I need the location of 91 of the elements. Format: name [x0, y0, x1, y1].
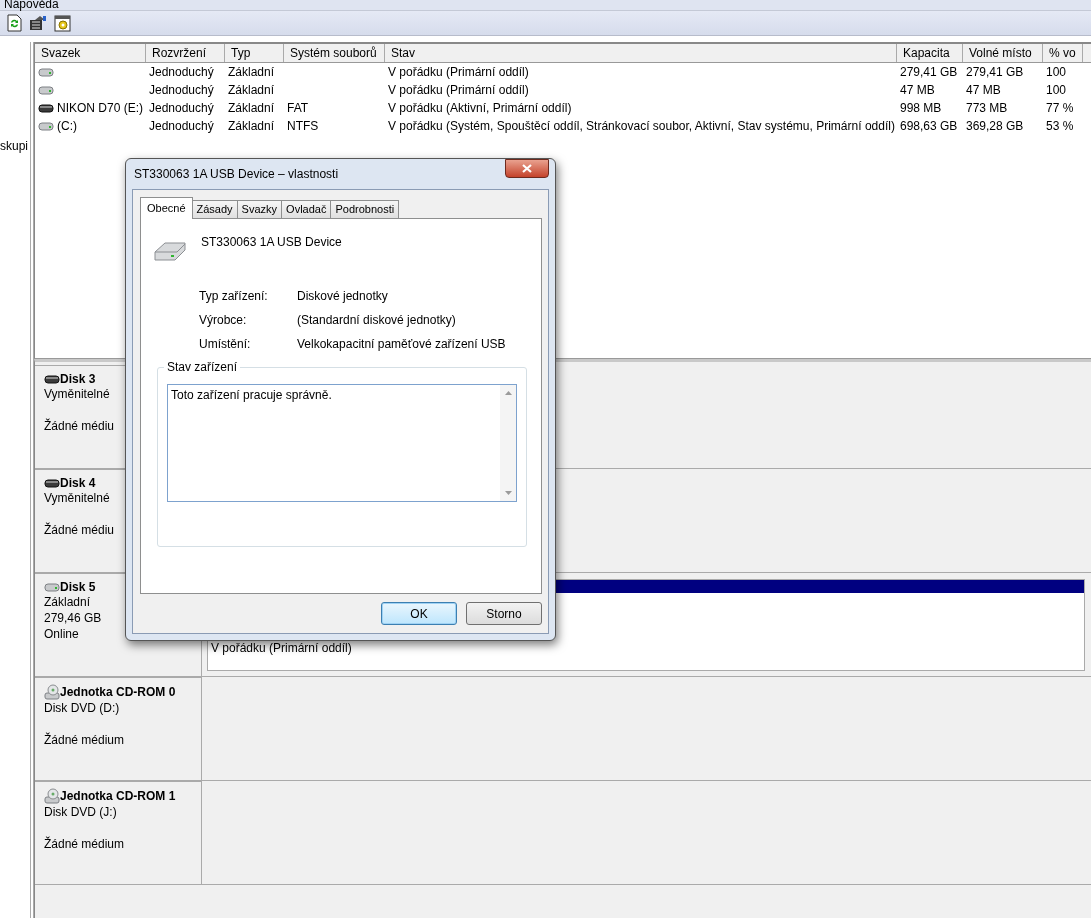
status-text: Toto zařízení pracuje správně.	[170, 387, 333, 404]
table-cell-text: Jednoduchý	[148, 63, 215, 81]
table-cell-text: 698,63 GB	[899, 117, 959, 135]
group-title: Stav zařízení	[164, 360, 241, 374]
ok-button[interactable]: OK	[381, 602, 457, 625]
properties-icon	[29, 15, 47, 31]
tab[interactable]: Zásady	[191, 200, 238, 218]
scroll-up-icon	[504, 391, 512, 395]
drive-icon	[38, 67, 54, 77]
drive-icon	[44, 478, 60, 488]
column-header[interactable]: Systém souborů	[284, 44, 385, 62]
scrollbar[interactable]	[500, 385, 516, 501]
table-cell-text: Jednoduchý	[148, 99, 215, 117]
dialog-title: ST330063 1A USB Device – vlastnosti	[133, 167, 339, 181]
scroll-down-icon	[504, 491, 512, 495]
disk-size: 279,46 GB	[44, 610, 102, 626]
disk-description: Vyměnitelné	[44, 490, 110, 506]
close-icon	[522, 163, 532, 173]
table-cell-text: 100	[1045, 81, 1068, 99]
disk-status: Žádné médium	[44, 732, 125, 748]
property-label: Výrobce:	[199, 313, 248, 327]
table-cell-text: 369,28 GB	[965, 117, 1025, 135]
device-name: ST330063 1A USB Device	[200, 235, 342, 249]
tab[interactable]: Obecné	[140, 197, 193, 219]
disk-status: Žádné médiu	[44, 418, 115, 434]
table-cell: NIKON D70 (E:)	[57, 99, 143, 117]
column-header[interactable]: Typ	[225, 44, 284, 62]
column-header[interactable]: % vo	[1043, 44, 1083, 62]
disk-description: Disk DVD (D:)	[44, 700, 120, 716]
tab[interactable]: Svazky	[236, 200, 283, 218]
property-label: Umístění:	[199, 337, 252, 351]
tab[interactable]: Podrobnosti	[330, 200, 400, 218]
disk-name: Disk 4	[60, 476, 96, 490]
disk-status: Online	[44, 626, 79, 642]
table-cell-text: 998 MB	[899, 99, 943, 117]
disk-name: Jednotka CD-ROM 1	[60, 789, 176, 803]
menu-item[interactable]: Nápověda	[4, 0, 59, 10]
property-value: Velkokapacitní paměťové zařízení USB	[297, 337, 507, 351]
disk-name: Disk 5	[60, 580, 96, 594]
table-cell-text: V pořádku (Aktivní, Primární oddíl)	[387, 99, 573, 117]
column-header[interactable]: Rozvržení	[146, 44, 225, 62]
column-header[interactable]: Svazek	[35, 44, 146, 62]
document-refresh-icon	[6, 14, 22, 32]
table-cell-text: 279,41 GB	[899, 63, 959, 81]
table-cell-text: 279,41 GB	[965, 63, 1025, 81]
table-cell-text: Základní	[227, 81, 276, 99]
partition-status: V pořádku (Primární oddíl)	[210, 640, 352, 655]
drive-icon	[44, 374, 60, 384]
table-cell-text: V pořádku (Primární oddíl)	[387, 81, 530, 99]
column-header[interactable]: Volné místo	[963, 44, 1043, 62]
table-cell-text: Základní	[227, 117, 276, 135]
table-cell-text: NTFS	[286, 117, 320, 135]
cancel-button[interactable]: Storno	[466, 602, 542, 625]
sidebar-item[interactable]: skupi	[0, 139, 28, 153]
drive-icon	[38, 103, 54, 113]
table-cell-text: 773 MB	[965, 99, 1009, 117]
disk-status: Žádné médium	[44, 836, 125, 852]
column-header[interactable]: Stav	[385, 44, 897, 62]
table-cell-text: 47 MB	[899, 81, 936, 99]
drive-icon	[153, 240, 187, 262]
disk-description: Vyměnitelné	[44, 386, 110, 402]
table-cell-text: FAT	[286, 99, 310, 117]
drive-icon	[38, 121, 54, 131]
table-cell-text: V pořádku (Systém, Spouštěcí oddíl, Stránkovací soubor, Aktivní, Stav systému, Primární oddíl)	[387, 117, 896, 135]
table-cell-text: Základní	[227, 63, 276, 81]
table-cell-text: Jednoduchý	[148, 117, 215, 135]
status-text-area[interactable]: Toto zařízení pracuje správně.	[167, 384, 517, 502]
table-cell-text: V pořádku (Primární oddíl)	[387, 63, 530, 81]
settings-window-icon	[54, 14, 72, 32]
table-cell-text: 53 %	[1045, 117, 1075, 135]
disk-description: Základní	[44, 594, 91, 610]
table-cell-text: Jednoduchý	[148, 81, 215, 99]
disk-name: Disk 3	[60, 372, 96, 386]
property-label: Typ zařízení:	[199, 289, 269, 303]
disk-status: Žádné médiu	[44, 522, 115, 538]
column-header[interactable]: Kapacita	[897, 44, 963, 62]
table-cell-text: 47 MB	[965, 81, 1002, 99]
tab[interactable]: Ovladač	[281, 200, 332, 218]
table-cell-text: Základní	[227, 99, 276, 117]
close-button[interactable]	[505, 158, 549, 178]
cd-drive-icon	[44, 684, 60, 700]
table-cell-text: 77 %	[1045, 99, 1075, 117]
cd-drive-icon	[44, 788, 60, 804]
property-value: Diskové jednotky	[297, 289, 389, 303]
table-cell: (C:)	[57, 117, 77, 135]
table-cell-text: 100	[1045, 63, 1068, 81]
drive-icon	[44, 582, 60, 592]
drive-icon	[38, 85, 54, 95]
disk-name: Jednotka CD-ROM 0	[60, 685, 176, 699]
property-value: (Standardní diskové jednotky)	[297, 313, 457, 327]
disk-description: Disk DVD (J:)	[44, 804, 117, 820]
